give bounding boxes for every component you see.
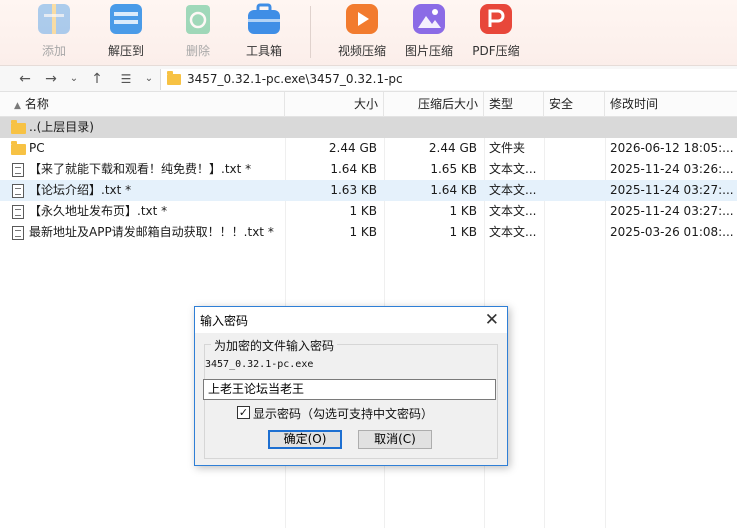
table-row[interactable]: 最新地址及APP请发邮箱自动获取！！！.txt * 1 KB 1 KB 文本文.…: [0, 222, 737, 243]
table-row-selected[interactable]: 【论坛介绍】.txt * 1.63 KB 1.64 KB 文本文... 2025…: [0, 180, 737, 201]
group-label: 为加密的文件输入密码: [211, 337, 338, 354]
back-button[interactable]: ←: [15, 69, 35, 89]
pdf-compress-icon: [478, 2, 514, 36]
text-file-icon: [12, 226, 24, 240]
pdf-compress-button[interactable]: PDF压缩: [464, 0, 528, 66]
extract-to-button[interactable]: 解压到: [94, 0, 158, 66]
video-compress-button[interactable]: 视频压缩: [330, 0, 394, 66]
up-button[interactable]: ↑: [87, 69, 107, 89]
text-file-icon: [12, 163, 24, 177]
column-security[interactable]: 安全: [544, 92, 605, 117]
address-path: 3457_0.32.1-pc.exe\3457_0.32.1-pc: [187, 72, 403, 86]
ok-button[interactable]: 确定(O): [268, 430, 342, 449]
history-dropdown[interactable]: ⌄: [64, 69, 84, 89]
show-password-checkbox[interactable]: ✓: [237, 406, 250, 419]
folder-icon: [167, 71, 181, 85]
column-name[interactable]: ▲ 名称: [0, 92, 285, 117]
chevron-down-icon: ⌄: [144, 73, 154, 84]
table-row[interactable]: PC 2.44 GB 2.44 GB 文件夹 2026-06-12 18:05:…: [0, 138, 737, 159]
arrow-left-icon: ←: [19, 71, 31, 87]
text-file-icon: [12, 184, 24, 198]
chevron-down-icon: ⌄: [69, 73, 79, 84]
arrow-right-icon: →: [45, 71, 57, 87]
toolbox-button[interactable]: 工具箱: [232, 0, 296, 66]
archive-filename: 3457_0.32.1-pc.exe: [205, 359, 314, 370]
column-type[interactable]: 类型: [484, 92, 544, 117]
delete-button[interactable]: 删除: [166, 0, 230, 66]
table-row[interactable]: 【来了就能下载和观看！纯免费！】.txt * 1.64 KB 1.65 KB 文…: [0, 159, 737, 180]
column-packed-size[interactable]: 压缩后大小: [384, 92, 484, 117]
dialog-title-bar: 输入密码 ✕: [195, 307, 507, 333]
toolbox-icon: [246, 2, 282, 36]
show-password-label: 显示密码（勾选可支持中文密码）: [253, 407, 434, 421]
video-compress-icon: [344, 2, 380, 36]
navigation-bar: ← → ⌄ ↑ ☰ ⌄ 3457_0.32.1-pc.exe\3457_0.32…: [0, 66, 737, 92]
sort-ascending-icon: ▲: [14, 101, 21, 111]
text-file-icon: [12, 205, 24, 219]
file-list-header: ▲ 名称 大小 压缩后大小 类型 安全 修改时间: [0, 92, 737, 117]
image-compress-icon: [411, 2, 447, 36]
recycle-icon: [180, 2, 216, 36]
column-size[interactable]: 大小: [285, 92, 384, 117]
close-icon[interactable]: ✕: [485, 310, 499, 330]
image-compress-button[interactable]: 图片压缩: [397, 0, 461, 66]
dialog-title: 输入密码: [200, 314, 249, 328]
list-view-icon: ☰: [120, 72, 132, 86]
cancel-button[interactable]: 取消(C): [358, 430, 432, 449]
address-bar[interactable]: 3457_0.32.1-pc.exe\3457_0.32.1-pc: [160, 69, 737, 90]
password-input[interactable]: 上老王论坛当老王: [203, 379, 496, 400]
table-row[interactable]: 【永久地址发布页】.txt * 1 KB 1 KB 文本文... 2025-11…: [0, 201, 737, 222]
extract-to-icon: [108, 2, 144, 36]
toolbar: 添加 解压到 删除 工具箱 视频压缩 图片压缩 PDF压缩: [0, 0, 737, 66]
add-button[interactable]: 添加: [22, 0, 86, 66]
add-archive-icon: [36, 2, 72, 36]
column-modified[interactable]: 修改时间: [605, 92, 737, 117]
arrow-up-icon: ↑: [91, 71, 103, 87]
password-dialog: 输入密码 ✕ 为加密的文件输入密码 3457_0.32.1-pc.exe 上老王…: [194, 306, 508, 466]
forward-button[interactable]: →: [41, 69, 61, 89]
table-row-parent-directory[interactable]: ..(上层目录): [0, 117, 737, 138]
view-mode-dropdown[interactable]: ⌄: [139, 69, 159, 89]
view-mode-button[interactable]: ☰: [116, 69, 136, 89]
toolbar-separator: [310, 6, 311, 58]
